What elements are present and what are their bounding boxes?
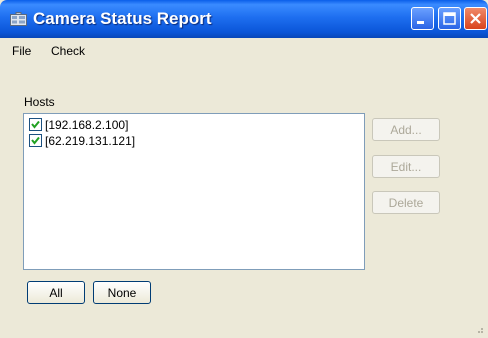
host-address: [62.219.131.121] xyxy=(45,133,136,148)
menu-file[interactable]: File xyxy=(12,44,31,58)
window-title: Camera Status Report xyxy=(33,9,212,28)
hosts-list[interactable]: [192.168.2.100] [62.219.131.121] xyxy=(23,113,365,270)
camera-app-icon xyxy=(10,12,27,26)
close-icon xyxy=(470,13,481,24)
delete-button[interactable]: Delete xyxy=(372,191,440,214)
select-all-button[interactable]: All xyxy=(27,281,85,304)
select-none-button[interactable]: None xyxy=(93,281,151,304)
resize-grip-icon[interactable] xyxy=(474,324,484,334)
checkmark-icon xyxy=(31,136,40,145)
camera-status-window: Camera Status Report File Check Hosts [1… xyxy=(0,0,488,338)
host-address: [192.168.2.100] xyxy=(45,117,129,132)
hosts-label: Hosts xyxy=(24,95,55,109)
maximize-icon xyxy=(443,12,456,25)
maximize-button[interactable] xyxy=(438,7,461,30)
minimize-icon xyxy=(417,21,424,24)
title-bar[interactable]: Camera Status Report xyxy=(0,0,488,38)
host-checkbox[interactable] xyxy=(29,118,42,131)
minimize-button[interactable] xyxy=(411,7,434,30)
menu-bar: File Check xyxy=(4,38,484,64)
menu-check[interactable]: Check xyxy=(51,44,85,58)
host-item[interactable]: [62.219.131.121] xyxy=(29,133,135,148)
close-button[interactable] xyxy=(464,7,487,30)
edit-button[interactable]: Edit... xyxy=(372,155,440,178)
checkmark-icon xyxy=(31,120,40,129)
host-checkbox[interactable] xyxy=(29,134,42,147)
add-button[interactable]: Add... xyxy=(372,118,440,141)
host-item[interactable]: [192.168.2.100] xyxy=(29,117,128,132)
